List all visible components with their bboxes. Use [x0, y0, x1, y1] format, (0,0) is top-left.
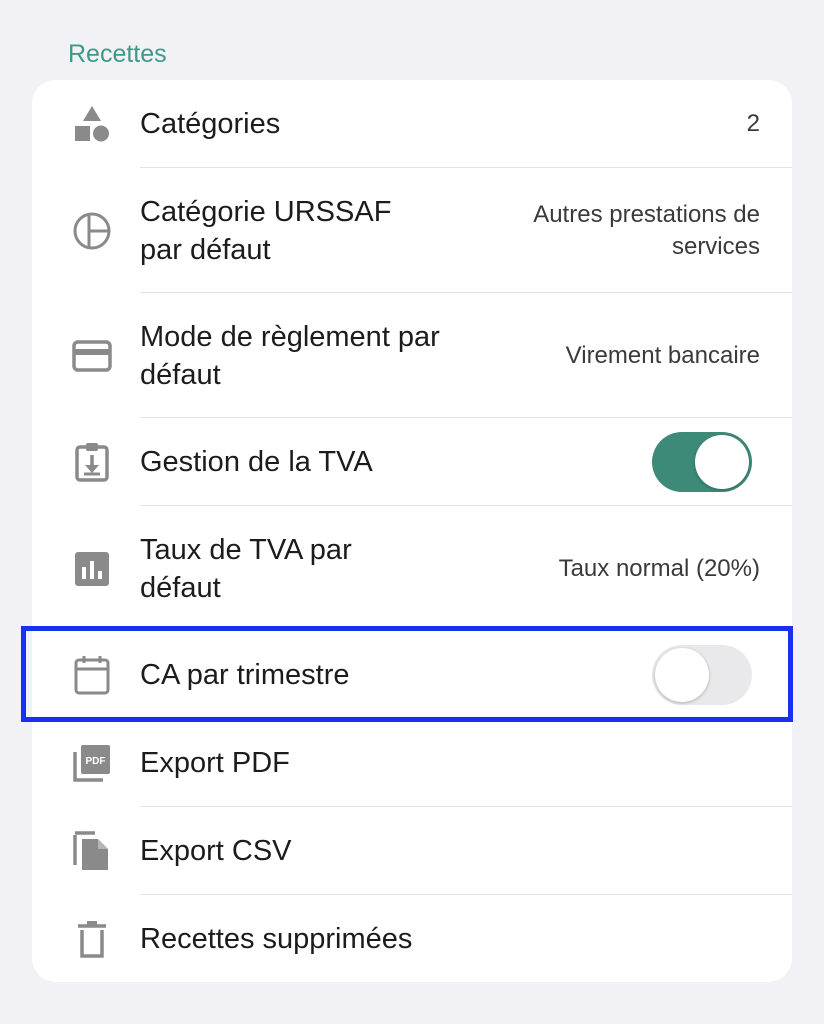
- shapes-icon: [70, 102, 114, 146]
- row-vat-rate[interactable]: Taux de TVA par défaut Taux normal (20%): [32, 506, 792, 631]
- row-label: Catégorie URSSAF par défaut: [140, 195, 392, 266]
- row-label: Recettes supprimées: [140, 922, 413, 955]
- row-vat-management[interactable]: Gestion de la TVA: [32, 418, 792, 506]
- clipboard-download-icon: [70, 440, 114, 484]
- trash-icon: [70, 917, 114, 961]
- row-categories[interactable]: Catégories 2: [32, 80, 792, 168]
- row-value: Taux normal (20%): [558, 554, 760, 582]
- file-copy-icon: [70, 829, 114, 873]
- row-label: Catégories: [140, 108, 281, 140]
- row-label: Export PDF: [140, 747, 290, 779]
- credit-card-icon: [70, 334, 114, 378]
- pdf-icon: PDF: [70, 741, 114, 785]
- row-label: Gestion de la TVA: [140, 446, 373, 478]
- row-value: 2: [746, 110, 760, 137]
- row-export-csv[interactable]: Export CSV: [32, 807, 792, 895]
- pie-chart-icon: [70, 209, 114, 253]
- highlight-box: [21, 626, 793, 722]
- vat-toggle[interactable]: [652, 432, 752, 492]
- row-label: Export CSV: [140, 835, 292, 867]
- settings-card: Catégories 2 Catégorie URSSAF par défaut…: [32, 80, 792, 982]
- svg-text:PDF: PDF: [86, 756, 106, 767]
- row-payment-method[interactable]: Mode de règlement par défaut Virement ba…: [32, 293, 792, 418]
- row-export-pdf[interactable]: PDF Export PDF: [32, 719, 792, 807]
- toggle-knob: [695, 435, 749, 489]
- row-value: Virement bancaire: [565, 341, 760, 369]
- row-urssaf-category[interactable]: Catégorie URSSAF par défaut Autres prest…: [32, 168, 792, 293]
- section-title: Recettes: [68, 40, 167, 68]
- bar-chart-icon: [70, 547, 114, 591]
- row-value: Autres prestations de services: [533, 200, 760, 260]
- row-deleted-receipts[interactable]: Recettes supprimées: [32, 895, 792, 982]
- row-label: Mode de règlement par défaut: [140, 320, 440, 391]
- row-label: Taux de TVA par défaut: [140, 533, 352, 604]
